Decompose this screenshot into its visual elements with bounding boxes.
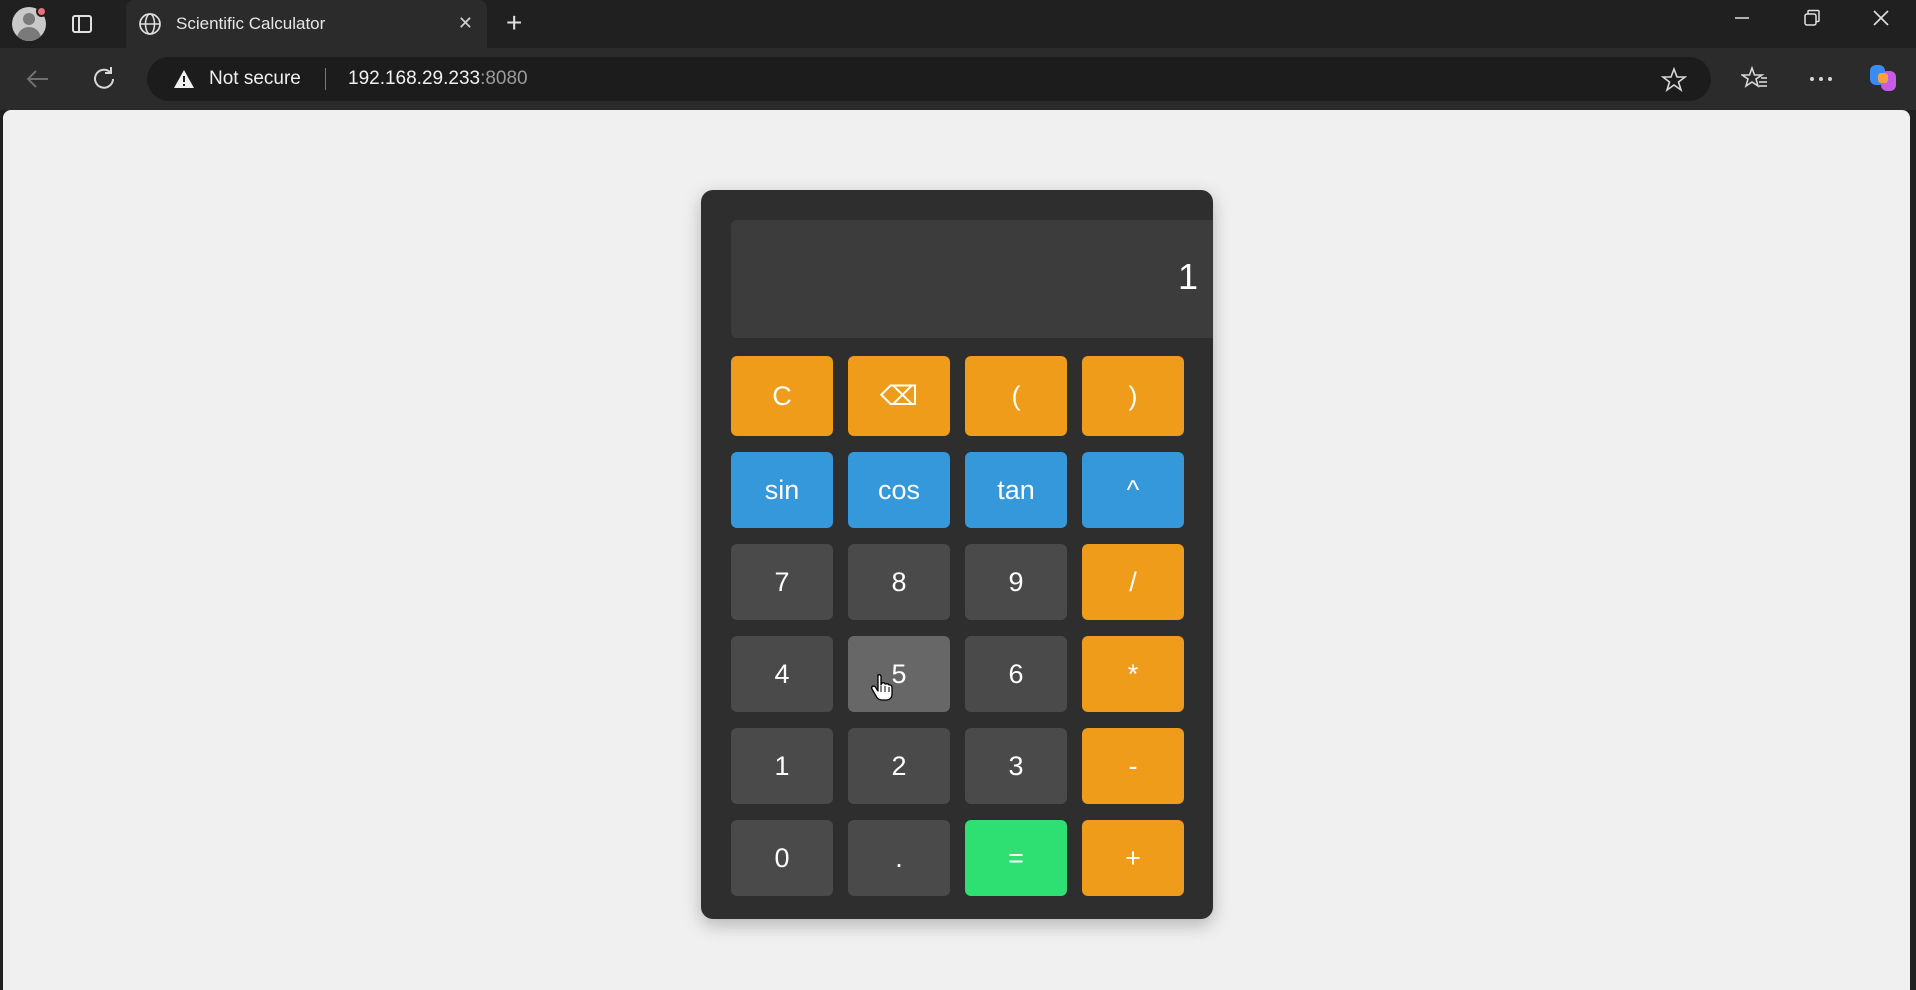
url-text[interactable]: 192.168.29.233:8080 <box>348 68 528 90</box>
url-port: :8080 <box>480 68 528 89</box>
active-tab[interactable]: Scientific Calculator ✕ <box>126 0 487 48</box>
tab-actions-icon[interactable] <box>70 12 94 36</box>
key-4-0[interactable]: 1 <box>731 728 833 804</box>
url-host: 192.168.29.233 <box>348 68 481 89</box>
refresh-icon[interactable] <box>90 65 118 98</box>
key-3-2[interactable]: 6 <box>965 636 1067 712</box>
key-1-3[interactable]: ^ <box>1082 452 1184 528</box>
minimize-icon[interactable] <box>1734 8 1750 34</box>
display-value: 1 <box>1177 256 1198 297</box>
profile-avatar[interactable] <box>12 6 47 41</box>
close-tab-icon[interactable]: ✕ <box>458 13 473 34</box>
key-0-1[interactable]: ⌫ <box>848 356 950 436</box>
key-4-3[interactable]: - <box>1082 728 1184 804</box>
key-1-0[interactable]: sin <box>731 452 833 528</box>
key-5-0[interactable]: 0 <box>731 820 833 896</box>
key-5-3[interactable]: + <box>1082 820 1184 896</box>
key-5-1[interactable]: . <box>848 820 950 896</box>
key-3-1[interactable]: 5 <box>848 636 950 712</box>
key-2-2[interactable]: 9 <box>965 544 1067 620</box>
favorites-icon[interactable] <box>1739 65 1769 98</box>
tab-title: Scientific Calculator <box>176 14 326 33</box>
key-4-1[interactable]: 2 <box>848 728 950 804</box>
tab-strip: Scientific Calculator ✕ + <box>0 0 1916 48</box>
close-window-icon[interactable] <box>1872 8 1890 34</box>
key-3-3[interactable]: * <box>1082 636 1184 712</box>
security-label[interactable]: Not secure <box>209 68 301 90</box>
key-1-2[interactable]: tan <box>965 452 1067 528</box>
copilot-icon[interactable] <box>1867 62 1899 99</box>
back-arrow-icon[interactable] <box>24 65 52 98</box>
key-4-2[interactable]: 3 <box>965 728 1067 804</box>
key-0-2[interactable]: ( <box>965 356 1067 436</box>
address-divider <box>325 68 326 90</box>
key-2-1[interactable]: 8 <box>848 544 950 620</box>
key-5-2[interactable]: = <box>965 820 1067 896</box>
key-2-3[interactable]: / <box>1082 544 1184 620</box>
more-options-icon[interactable] <box>1808 65 1834 98</box>
favorite-star-icon[interactable] <box>1660 66 1688 98</box>
page-content: 1 C ⌫() sin cos tan ^ 7 8 9/4 5 6 * 1 2 3-0. = + <box>3 110 1910 990</box>
key-1-1[interactable]: cos <box>848 452 950 528</box>
calculator-display: 1 <box>731 220 1213 338</box>
key-0-3[interactable]: ) <box>1082 356 1184 436</box>
browser-toolbar: Not secure 192.168.29.233:8080 <box>0 48 1916 110</box>
key-3-0[interactable]: 4 <box>731 636 833 712</box>
new-tab-icon[interactable]: + <box>506 9 522 37</box>
key-2-0[interactable]: 7 <box>731 544 833 620</box>
restore-icon[interactable] <box>1803 8 1821 34</box>
key-0-0[interactable]: C <box>731 356 833 436</box>
address-bar[interactable]: Not secure 192.168.29.233:8080 <box>147 57 1711 101</box>
notification-dot <box>36 6 47 17</box>
calculator: 1 C ⌫() sin cos tan ^ 7 8 9/4 5 6 * 1 2 3-0. = + <box>701 190 1213 919</box>
warning-icon <box>173 69 195 94</box>
globe-icon <box>138 12 162 41</box>
